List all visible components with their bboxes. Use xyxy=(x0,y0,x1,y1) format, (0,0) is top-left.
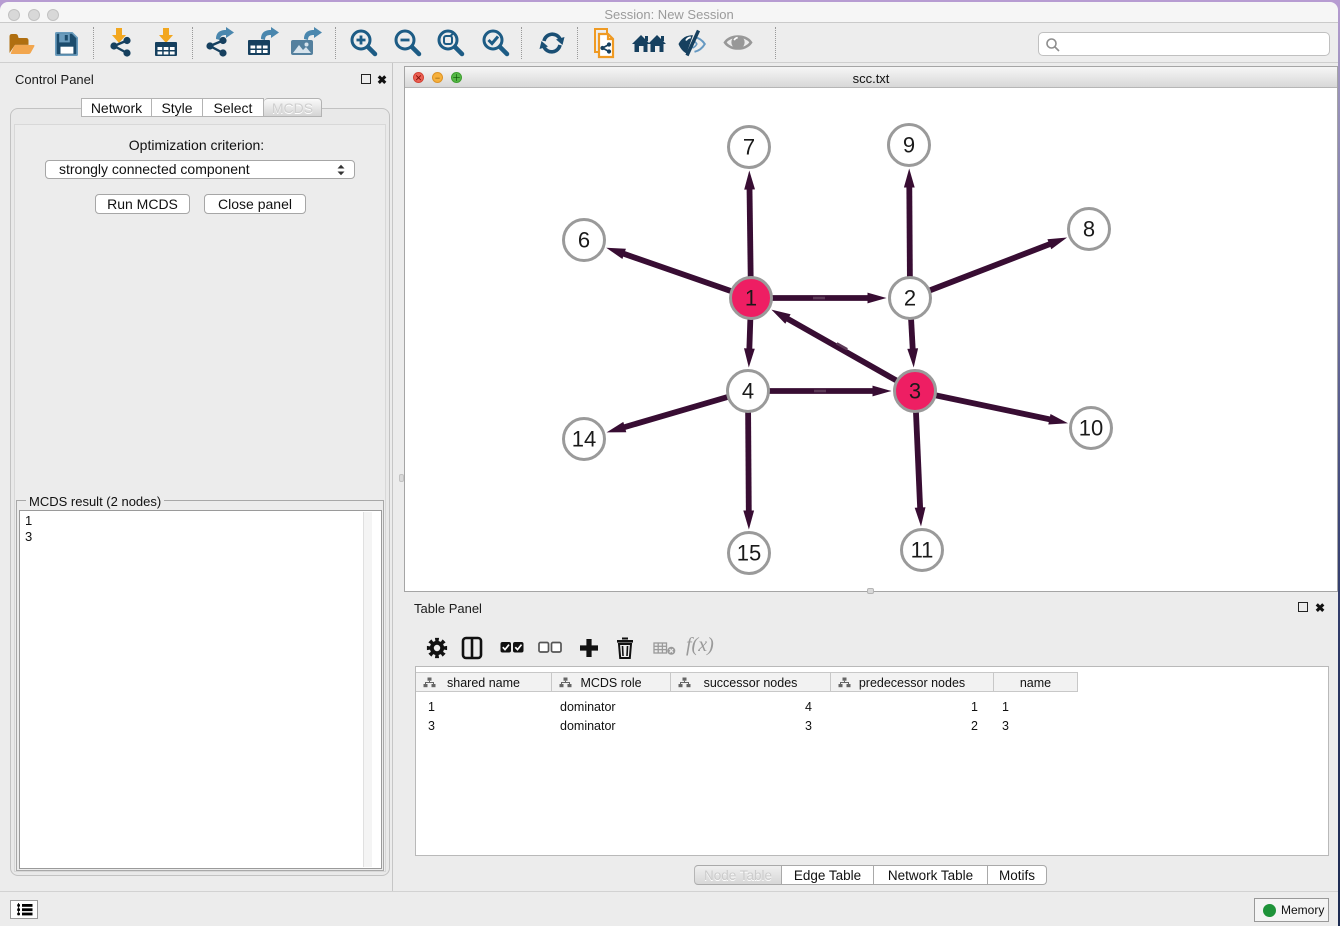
svg-text:7: 7 xyxy=(743,135,755,160)
svg-text:9: 9 xyxy=(903,133,915,158)
svg-text:11: 11 xyxy=(911,538,934,563)
svg-text:8: 8 xyxy=(1083,217,1095,242)
svg-text:4: 4 xyxy=(742,379,754,404)
svg-text:14: 14 xyxy=(572,427,596,452)
svg-text:10: 10 xyxy=(1079,416,1103,441)
svg-text:2: 2 xyxy=(904,286,916,311)
svg-text:3: 3 xyxy=(909,379,921,404)
svg-text:6: 6 xyxy=(578,228,590,253)
svg-text:1: 1 xyxy=(745,286,757,311)
svg-text:15: 15 xyxy=(737,541,761,566)
